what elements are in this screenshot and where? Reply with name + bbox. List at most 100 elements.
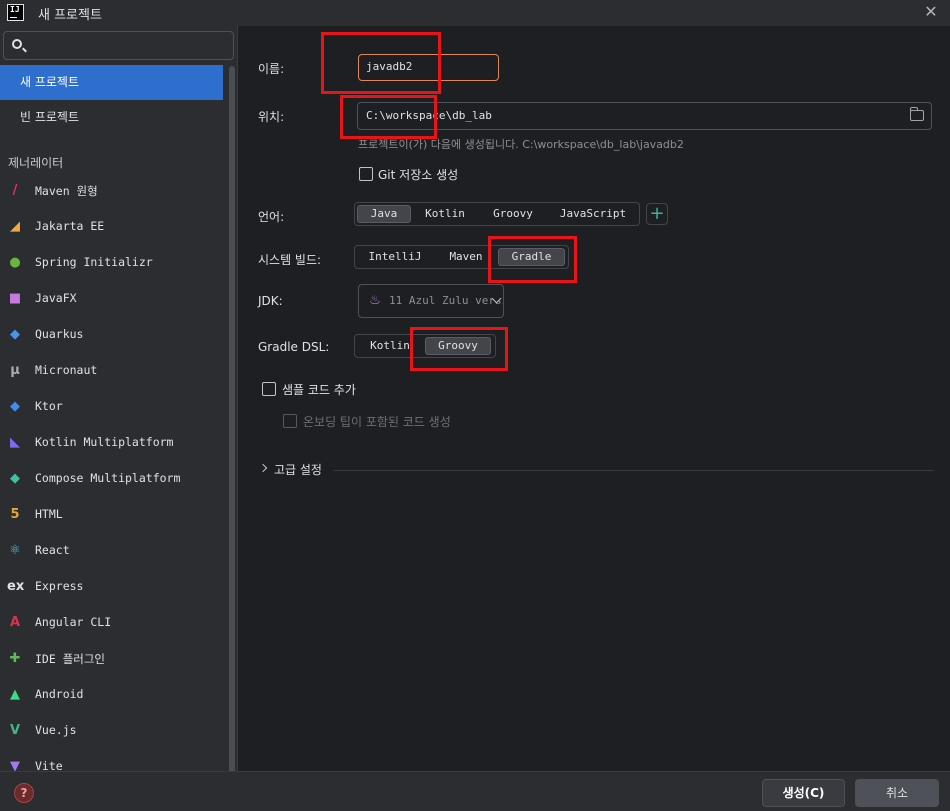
- main-panel: 이름: javadb2 위치: C:\workspace\db_lab 프로젝트…: [238, 26, 950, 771]
- sample-code-checkbox[interactable]: [262, 382, 276, 396]
- generator-item[interactable]: μ Micronaut: [0, 353, 225, 389]
- java-cup-icon: ♨: [369, 293, 381, 308]
- generator-label: Vite: [35, 759, 63, 771]
- language-option-kotlin[interactable]: Kotlin: [417, 205, 473, 223]
- generator-item[interactable]: ex Express: [0, 569, 225, 605]
- search-icon: [12, 39, 22, 49]
- generator-label: Express: [35, 579, 84, 593]
- cancel-button[interactable]: 취소: [855, 779, 939, 807]
- generator-item[interactable]: A Angular CLI: [0, 605, 225, 641]
- plugin-icon: ✚: [9, 651, 21, 666]
- build-option-maven[interactable]: Maven: [435, 248, 497, 266]
- generator-item[interactable]: ◆ Compose Multiplatform: [0, 461, 225, 497]
- maven-icon: /: [12, 183, 18, 198]
- generator-item[interactable]: ▲ Android: [0, 677, 225, 713]
- build-option-gradle[interactable]: Gradle: [498, 248, 565, 266]
- title-bar: IJ 새 프로젝트 ✕: [0, 0, 950, 26]
- express-icon: ex: [7, 579, 25, 594]
- generator-label: IDE 플러그인: [35, 652, 106, 666]
- generator-item[interactable]: ◣ Kotlin Multiplatform: [0, 425, 225, 461]
- onboarding-checkbox[interactable]: [283, 414, 297, 428]
- generator-label: Compose Multiplatform: [35, 471, 181, 485]
- generators-heading: 제너레이터: [8, 156, 64, 170]
- generator-label: HTML: [35, 507, 63, 521]
- generator-item[interactable]: ◆ Quarkus: [0, 317, 225, 353]
- generator-label: Micronaut: [35, 363, 98, 377]
- generator-label: JavaFX: [35, 291, 77, 305]
- language-selector: Java Kotlin Groovy JavaScript: [354, 202, 640, 226]
- create-button[interactable]: 생성(C): [762, 779, 845, 807]
- generator-item[interactable]: ✚ IDE 플러그인: [0, 641, 225, 677]
- sidebar-scrollbar[interactable]: [229, 66, 235, 771]
- spring-icon: ●: [9, 255, 21, 270]
- advanced-settings-label: 고급 설정: [274, 463, 322, 477]
- chevron-right-icon: [258, 463, 268, 473]
- generator-item[interactable]: ▼ Vite: [0, 749, 225, 771]
- git-checkbox-label: Git 저장소 생성: [378, 168, 459, 182]
- jdk-label: JDK:: [258, 294, 283, 308]
- language-option-java[interactable]: Java: [357, 205, 411, 223]
- gradle-dsl-selector: Kotlin Groovy: [354, 334, 496, 358]
- search-input[interactable]: [30, 36, 225, 56]
- build-option-intellij[interactable]: IntelliJ: [359, 248, 431, 266]
- search-box[interactable]: [3, 31, 234, 60]
- generator-label: React: [35, 543, 70, 557]
- generator-item[interactable]: 5 HTML: [0, 497, 225, 533]
- generator-label: Jakarta EE: [35, 219, 105, 233]
- generator-item[interactable]: ■ JavaFX: [0, 281, 225, 317]
- compose-icon: ◆: [10, 471, 20, 486]
- generator-label: Android: [35, 687, 84, 701]
- language-option-javascript[interactable]: JavaScript: [551, 205, 635, 223]
- generator-label: Spring Initializr: [35, 255, 153, 269]
- android-icon: ▲: [10, 687, 20, 702]
- location-hint: 프로젝트이(가) 다음에 생성됩니다. C:\workspace\db_lab\…: [358, 138, 684, 151]
- generator-item[interactable]: / Maven 원형: [0, 173, 225, 209]
- vite-icon: ▼: [10, 759, 20, 771]
- micronaut-icon: μ: [10, 363, 20, 378]
- footer-bar: ? 생성(C) 취소: [0, 771, 950, 811]
- generator-item[interactable]: V Vue.js: [0, 713, 225, 749]
- location-value: C:\workspace\db_lab: [366, 109, 492, 122]
- location-label: 위치:: [258, 110, 285, 124]
- help-icon[interactable]: ?: [14, 783, 34, 803]
- name-label: 이름:: [258, 62, 285, 76]
- window-title: 새 프로젝트: [38, 8, 102, 23]
- javafx-icon: ■: [8, 291, 22, 306]
- generator-item[interactable]: ◢ Jakarta EE: [0, 209, 225, 245]
- intellij-logo-icon: IJ: [7, 4, 24, 21]
- add-language-button[interactable]: +: [646, 203, 668, 225]
- vue-icon: V: [9, 723, 21, 738]
- generator-item[interactable]: ⚛ React: [0, 533, 225, 569]
- sample-code-label: 샘플 코드 추가: [282, 383, 356, 397]
- dsl-option-groovy[interactable]: Groovy: [425, 337, 491, 355]
- git-checkbox[interactable]: [359, 167, 373, 181]
- generator-label: Kotlin Multiplatform: [35, 435, 174, 449]
- sidebar-item-new-project[interactable]: 새 프로젝트: [0, 65, 223, 100]
- ktor-icon: ◆: [10, 399, 20, 414]
- language-option-groovy[interactable]: Groovy: [483, 205, 543, 223]
- generator-label: Maven 원형: [35, 184, 98, 198]
- name-field[interactable]: javadb2: [358, 54, 499, 81]
- generator-label: Quarkus: [35, 327, 84, 341]
- react-icon: ⚛: [9, 543, 21, 558]
- sidebar: 새 프로젝트 빈 프로젝트 제너레이터 / Maven 원형 ◢ Jakarta EE…: [0, 26, 238, 771]
- build-system-selector: IntelliJ Maven Gradle: [354, 245, 569, 269]
- gradle-dsl-label: Gradle DSL:: [258, 340, 330, 354]
- location-field[interactable]: C:\workspace\db_lab: [357, 102, 932, 130]
- jdk-dropdown[interactable]: ♨ 11 Azul Zulu versi: [358, 284, 504, 318]
- dsl-option-kotlin[interactable]: Kotlin: [359, 337, 421, 355]
- generator-item[interactable]: ● Spring Initializr: [0, 245, 225, 281]
- folder-icon[interactable]: [910, 107, 924, 121]
- quarkus-icon: ◆: [10, 327, 20, 342]
- html5-icon: 5: [10, 507, 20, 522]
- jakarta-icon: ◢: [10, 219, 20, 234]
- jdk-value: 11 Azul Zulu versi: [389, 294, 504, 307]
- close-icon[interactable]: ✕: [922, 3, 940, 21]
- generator-item[interactable]: ◆ Ktor: [0, 389, 225, 425]
- kotlin-icon: ◣: [10, 435, 20, 450]
- language-label: 언어:: [258, 210, 285, 224]
- generator-label: Ktor: [35, 399, 63, 413]
- sidebar-item-empty-project[interactable]: 빈 프로젝트: [0, 100, 223, 135]
- onboarding-label: 온보딩 팁이 포함된 코드 생성: [303, 415, 451, 429]
- generator-label: Vue.js: [35, 723, 77, 737]
